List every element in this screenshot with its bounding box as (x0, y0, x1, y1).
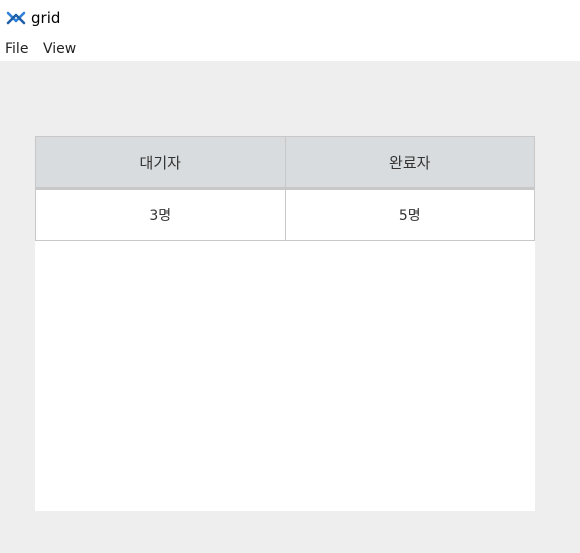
window-title: grid (31, 9, 61, 27)
column-header-completed[interactable]: 완료자 (284, 136, 535, 190)
cell-waiting-count[interactable]: 3명 (35, 188, 286, 241)
menu-view[interactable]: View (43, 40, 76, 58)
menu-bar: File View (0, 36, 580, 61)
grid-panel: 대기자 완료자 3명 5명 (35, 136, 535, 511)
table-row: 3명 5명 (35, 188, 535, 241)
data-grid: 대기자 완료자 3명 5명 (35, 136, 535, 241)
title-bar: grid (0, 0, 580, 36)
grid-header-row: 대기자 완료자 (35, 136, 535, 190)
column-header-waiting[interactable]: 대기자 (35, 136, 286, 190)
cell-completed-count[interactable]: 5명 (284, 188, 535, 241)
main-content-area: 대기자 완료자 3명 5명 (0, 61, 580, 553)
menu-file[interactable]: File (5, 40, 28, 58)
app-logo-icon (6, 8, 26, 28)
